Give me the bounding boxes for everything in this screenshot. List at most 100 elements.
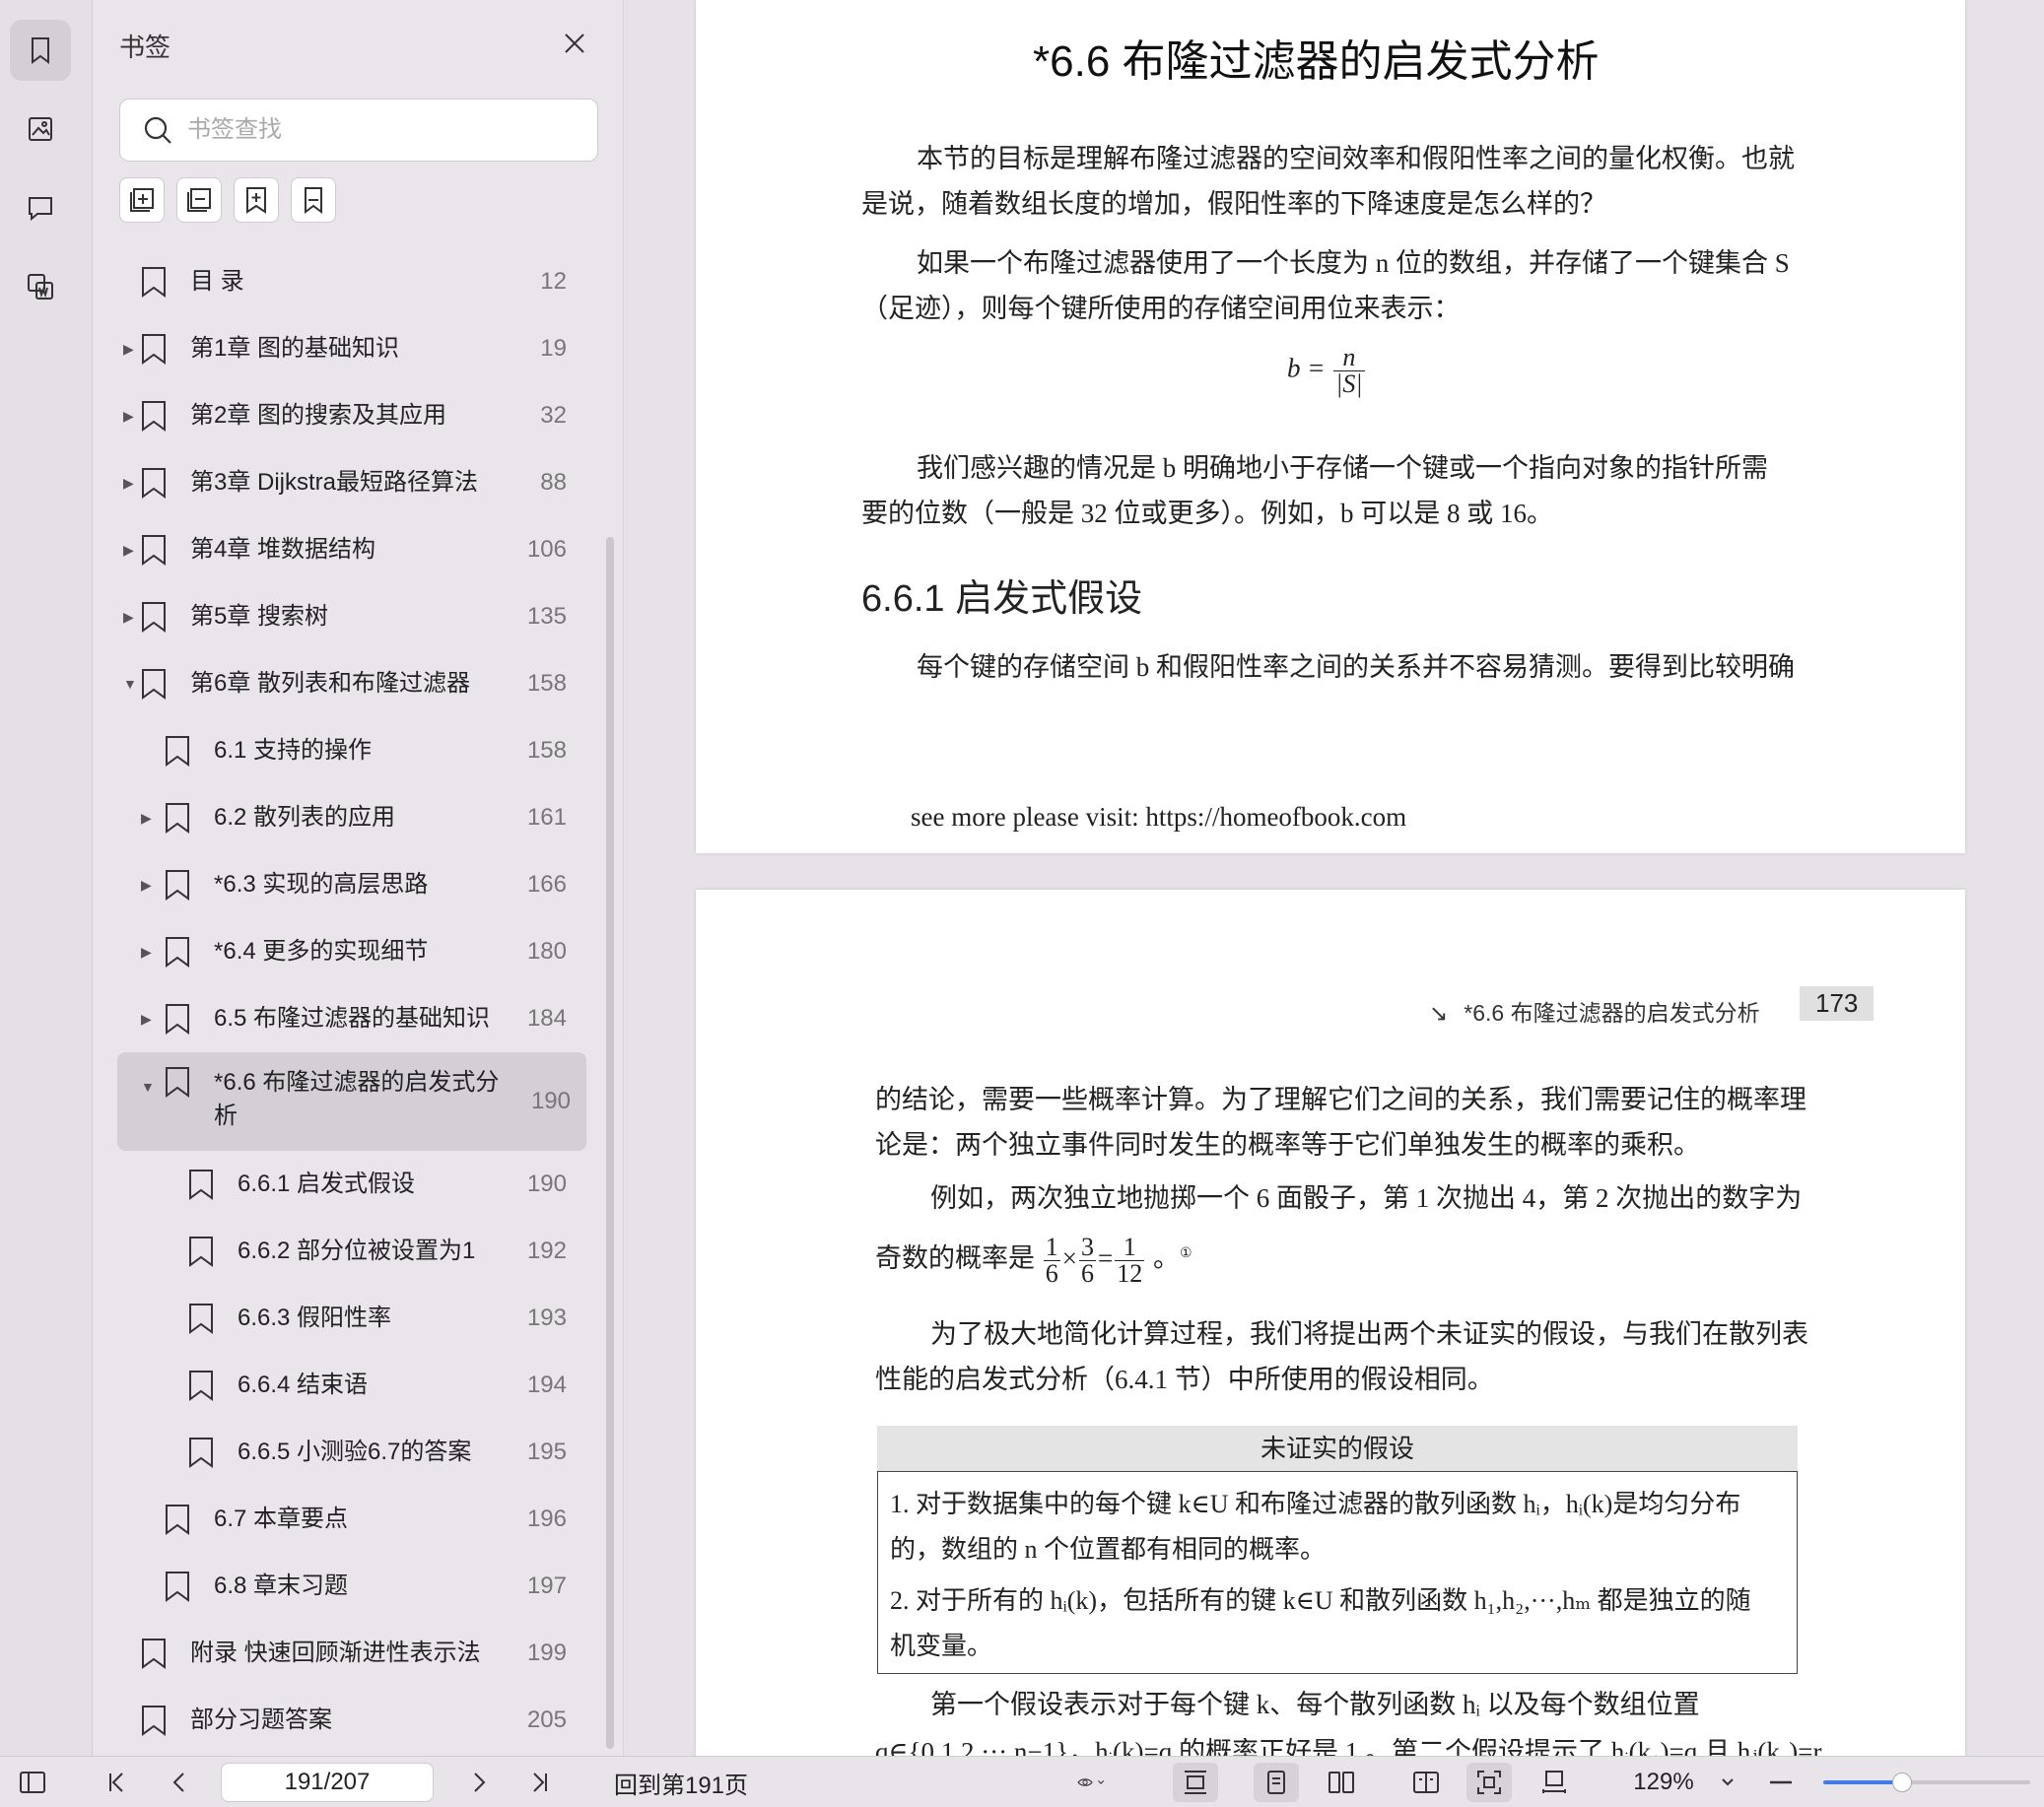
left-icon-rail <box>0 0 93 1756</box>
caret-right-icon[interactable]: ▶ <box>123 610 137 624</box>
bookmark-icon <box>142 1706 166 1736</box>
bookmark-item[interactable]: 6.7 本章要点 196 <box>94 1486 606 1553</box>
bookmark-icon <box>142 535 166 566</box>
bookmark-item[interactable]: 6.8 章末习题 197 <box>94 1553 606 1620</box>
bookmark-item[interactable]: 6.6.4 结束语 194 <box>94 1352 606 1419</box>
bookmark-page-number: 88 <box>540 469 567 496</box>
previous-page-icon[interactable] <box>164 1767 197 1798</box>
bookmark-item[interactable]: ▶ 第5章 搜索树 135 <box>94 583 606 650</box>
paragraph-line: 是说，随着数组长度的增加，假阳性率的下降速度是怎么样的？ <box>861 189 1606 219</box>
collapse-all-button[interactable] <box>176 177 222 223</box>
bookmark-page-number: 197 <box>526 1573 567 1599</box>
zoom-level-label[interactable]: 129% <box>1624 1767 1703 1798</box>
bookmark-label: 6.6.1 启发式假设 <box>238 1171 416 1197</box>
bookmark-item[interactable]: ▶ 6.5 布隆过滤器的基础知识 184 <box>94 985 606 1052</box>
bookmark-label: 6.5 布隆过滤器的基础知识 <box>214 1005 491 1032</box>
bookmark-item[interactable]: ▶ *6.4 更多的实现细节 180 <box>94 918 606 985</box>
caret-right-icon[interactable]: ▶ <box>141 945 155 959</box>
caret-right-icon[interactable]: ▶ <box>141 1012 155 1026</box>
two-page-icon[interactable] <box>1319 1767 1364 1798</box>
caret-right-icon[interactable]: ▶ <box>141 878 155 892</box>
thumbnail-panel-icon[interactable] <box>10 99 71 160</box>
running-head: ↘ *6.6 布隆过滤器的启发式分析 <box>1429 1000 1760 1026</box>
caret-right-icon[interactable]: ▶ <box>123 342 137 356</box>
page-number-input[interactable] <box>221 1763 434 1802</box>
bookmark-item[interactable]: 6.6.2 部分位被设置为1 192 <box>94 1218 606 1285</box>
last-page-icon[interactable] <box>522 1767 556 1798</box>
single-page-icon[interactable] <box>1254 1763 1299 1802</box>
word-extract-icon[interactable] <box>10 256 71 317</box>
expand-all-button[interactable] <box>119 177 165 223</box>
caret-right-icon[interactable]: ▶ <box>123 476 137 490</box>
bookmark-label: 第2章 图的搜索及其应用 <box>190 402 447 429</box>
caret-right-icon[interactable]: ▶ <box>123 409 137 423</box>
bookmark-item[interactable]: 6.6.1 启发式假设 190 <box>94 1151 606 1218</box>
caret-down-icon[interactable]: ▼ <box>123 677 137 691</box>
sidebar-scrollbar[interactable] <box>606 537 614 1749</box>
bookmark-item[interactable]: ▶ 第1章 图的基础知识 19 <box>94 315 606 382</box>
fit-width-icon[interactable] <box>1173 1763 1218 1802</box>
zoom-dropdown-chevron-icon[interactable] <box>1713 1767 1742 1798</box>
bookmark-label: 第5章 搜索树 <box>190 603 329 630</box>
annotation-panel-icon[interactable] <box>10 177 71 238</box>
caret-right-icon[interactable]: ▶ <box>123 543 137 557</box>
page-number: 173 <box>1800 986 1874 1021</box>
bookmark-icon <box>189 1170 213 1200</box>
fit-page-icon[interactable] <box>1466 1763 1512 1802</box>
back-to-page-button[interactable]: 回到第191页 <box>607 1767 755 1799</box>
bookmark-item[interactable]: 6.1 支持的操作 158 <box>94 717 606 784</box>
view-mode-eye-icon[interactable] <box>1064 1767 1120 1798</box>
first-page-icon[interactable] <box>101 1767 134 1798</box>
bookmark-panel-icon[interactable] <box>10 20 71 81</box>
zoom-slider[interactable] <box>1823 1773 2030 1792</box>
bookmark-item[interactable]: ▶ 第4章 堆数据结构 106 <box>94 516 606 583</box>
next-page-icon[interactable] <box>461 1767 495 1798</box>
sidebar-toggle-icon[interactable] <box>16 1767 49 1798</box>
bookmark-page-number: 192 <box>526 1238 567 1264</box>
bookmark-item[interactable]: ▶ *6.3 实现的高层思路 166 <box>94 851 606 918</box>
panel-title: 书签 <box>119 33 171 62</box>
book-mode-icon[interactable] <box>1403 1767 1449 1798</box>
bookmark-label: 6.6.5 小测验6.7的答案 <box>238 1439 472 1465</box>
bookmark-item[interactable]: ▼ 第6章 散列表和布隆过滤器 158 <box>94 650 606 717</box>
bookmark-icon <box>166 1572 189 1602</box>
paragraph-line: 要的位数（一般是 32 位或更多）。例如，b 可以是 8 或 16。 <box>861 499 1553 528</box>
bookmark-label: 6.6.3 假阳性率 <box>238 1305 392 1331</box>
bookmark-item[interactable]: 部分习题答案 205 <box>94 1687 606 1754</box>
bookmark-item[interactable]: 附录 快速回顾渐进性表示法 199 <box>94 1620 606 1687</box>
bookmark-tree: 目 录 12 ▶ 第1章 图的基础知识 19 ▶ 第2章 图的搜索及其应用 32 ▶ 第3章 Di… <box>94 248 606 1754</box>
add-bookmark-button[interactable] <box>234 177 279 223</box>
bookmark-label: *6.4 更多的实现细节 <box>214 938 429 965</box>
bookmark-item[interactable]: ▼ *6.6 布隆过滤器的启发式分析 190 <box>117 1052 586 1151</box>
bookmark-icon <box>166 736 189 767</box>
bookmark-label: 目 录 <box>190 268 244 295</box>
bookmark-item[interactable]: ▶ 6.2 散列表的应用 161 <box>94 784 606 851</box>
bookmark-item[interactable]: ▶ 第2章 图的搜索及其应用 32 <box>94 382 606 449</box>
bookmark-item[interactable]: 6.6.3 假阳性率 193 <box>94 1285 606 1352</box>
actual-size-icon[interactable] <box>1532 1767 1577 1798</box>
document-viewer[interactable]: *6.6 布隆过滤器的启发式分析 本节的目标是理解布隆过滤器的空间效率和假阳性率… <box>625 0 2044 1756</box>
formula-denominator: |S| <box>1335 369 1363 398</box>
bookmark-tool-button[interactable] <box>291 177 336 223</box>
bookmark-icon <box>166 1505 189 1535</box>
bookmark-item[interactable]: ▶ 第3章 Dijkstra最短路径算法 88 <box>94 449 606 516</box>
bookmark-label: 部分习题答案 <box>190 1707 332 1733</box>
caret-down-icon[interactable]: ▼ <box>141 1080 155 1094</box>
zoom-slider-knob[interactable] <box>1891 1773 1912 1792</box>
bookmark-item[interactable]: 目 录 12 <box>94 248 606 315</box>
bookmark-icon <box>189 1371 213 1401</box>
bookmark-item[interactable]: 6.6.5 小测验6.7的答案 195 <box>94 1419 606 1486</box>
caret-right-icon[interactable]: ▶ <box>141 811 155 825</box>
zoom-out-icon[interactable] <box>1766 1767 1796 1798</box>
bookmark-page-number: 158 <box>526 737 567 764</box>
bookmark-icon <box>166 870 189 901</box>
fraction: 1 12 <box>1115 1233 1145 1289</box>
bookmark-label: 附录 快速回顾渐进性表示法 <box>190 1640 481 1666</box>
close-icon[interactable] <box>557 26 592 61</box>
bookmark-search-box[interactable] <box>119 99 598 162</box>
bookmark-icon <box>189 1237 213 1267</box>
pdf-page: *6.6 布隆过滤器的启发式分析 本节的目标是理解布隆过滤器的空间效率和假阳性率… <box>696 0 1965 853</box>
bookmark-label: 6.2 散列表的应用 <box>214 804 396 831</box>
search-input[interactable] <box>187 116 581 144</box>
bookmark-label: 第6章 散列表和布隆过滤器 <box>190 670 471 697</box>
